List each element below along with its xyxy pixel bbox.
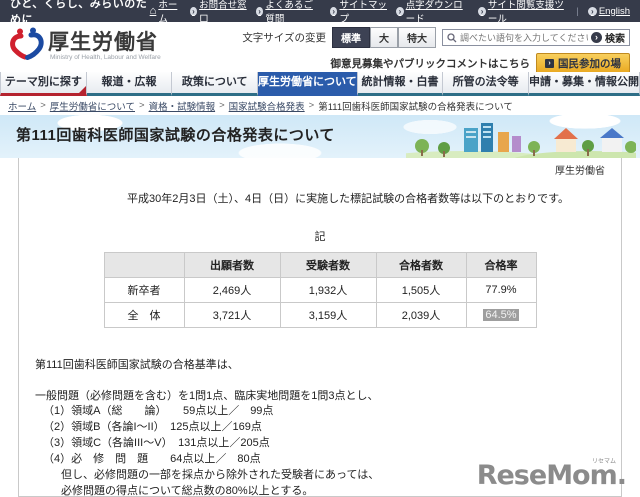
breadcrumb-about[interactable]: 厚生労働省について — [50, 99, 135, 113]
arrow-circle-icon: › — [190, 7, 198, 16]
cell-pass-rate: 64.5% — [466, 302, 536, 327]
mhlw-logo[interactable]: 厚生労働省 Ministry of Health, Labour and Wel… — [8, 26, 161, 62]
font-size-label: 文字サイズの変更 — [242, 30, 326, 45]
search-icon — [447, 33, 457, 43]
results-table: 出願者数 受験者数 合格者数 合格率 新卒者 2,469人 1,932人 1,5… — [104, 252, 537, 328]
nav-tab-applications[interactable]: 申請・募集・情報公開 — [529, 72, 640, 96]
arrow-circle-icon: › — [256, 7, 264, 16]
breadcrumb-exam-info[interactable]: 資格・試験情報 — [149, 99, 216, 113]
home-icon: ⌂ — [150, 5, 157, 17]
content-panel: 厚生労働省 平成30年2月3日（土）、4日（日）に実施した標記試験の合格者数等は… — [18, 158, 622, 497]
agency-name: 厚生労働省 — [35, 162, 605, 177]
ki-heading: 記 — [35, 228, 605, 244]
font-size-large-button[interactable]: 大 — [370, 27, 398, 48]
col-examinees: 受験者数 — [280, 252, 376, 277]
criteria-item-3: （3）領域C（各論III～V） 131点以上／205点 — [35, 436, 605, 452]
logo-subtitle: Ministry of Health, Labour and Welfare — [50, 54, 161, 61]
row-label: 新卒者 — [104, 277, 184, 302]
cell-applicants: 2,469人 — [184, 277, 280, 302]
page-title-banner: 第111回歯科医師国家試験の合格発表について — [0, 115, 640, 158]
criteria-item-2: （2）領域B（各論I～II） 125点以上／169点 — [35, 420, 605, 436]
arrow-circle-icon: › — [588, 7, 597, 16]
townscape-illustration — [406, 116, 636, 158]
col-passers: 合格者数 — [376, 252, 466, 277]
nav-tab-policy[interactable]: 政策について — [172, 72, 258, 96]
criteria-item-1: （1）領域A（総 論） 59点以上／ 99点 — [35, 404, 605, 420]
col-blank — [104, 252, 184, 277]
criteria-intro: 一般問題（必修問題を含む）を1問1点、臨床実地問題を1問3点とし、 — [35, 388, 605, 405]
arrow-circle-icon: › — [396, 7, 404, 16]
divider: | — [576, 6, 578, 17]
nav-tab-press[interactable]: 報道・広報 — [87, 72, 173, 96]
search-input[interactable] — [460, 33, 588, 43]
public-comment-text: 御意見募集やパブリックコメントはこちら — [331, 56, 531, 71]
col-applicants: 出願者数 — [184, 252, 280, 277]
font-size-xlarge-button[interactable]: 特大 — [398, 27, 436, 48]
arrow-square-icon: › — [545, 59, 554, 68]
nav-tab-about-mhlw[interactable]: 厚生労働省について — [258, 72, 358, 96]
search-go-icon: › — [591, 32, 602, 43]
highlighted-pass-rate: 64.5% — [483, 309, 518, 321]
top-utility-bar: ひと、くらし、みらいのために ⌂ホーム ›お問合せ窓口 ›よくあるご質問 ›サイ… — [0, 0, 640, 22]
logo-title: 厚生労働省 — [48, 26, 161, 56]
page-title: 第111回歯科医師国家試験の合格発表について — [16, 124, 335, 145]
search-button[interactable]: 検索 — [605, 30, 625, 45]
site-header: 厚生労働省 Ministry of Health, Labour and Wel… — [0, 22, 640, 72]
cell-applicants: 3,721人 — [184, 302, 280, 327]
arrow-circle-icon: › — [478, 7, 486, 16]
breadcrumb-home[interactable]: ホーム — [8, 99, 36, 113]
arrow-circle-icon: › — [330, 7, 338, 16]
col-pass-rate: 合格率 — [466, 252, 536, 277]
mhlw-logo-mark — [8, 26, 44, 62]
cell-examinees: 3,159人 — [280, 302, 376, 327]
nav-tab-laws[interactable]: 所管の法令等 — [443, 72, 529, 96]
criteria-title: 第111回歯科医師国家試験の合格基準は、 — [35, 356, 605, 372]
citizen-participation-button[interactable]: › 国民参加の場 — [536, 53, 630, 74]
nav-tab-themes[interactable]: テーマ別に探す — [0, 72, 87, 96]
breadcrumb-exam-results[interactable]: 国家試験合格発表 — [229, 99, 305, 113]
cell-passers: 2,039人 — [376, 302, 466, 327]
resemom-ruby: リセマム — [592, 456, 616, 465]
breadcrumb-current: 第111回歯科医師国家試験の合格発表について — [318, 99, 513, 113]
breadcrumb: ホーム> 厚生労働省について> 資格・試験情報> 国家試験合格発表> 第111回… — [0, 96, 640, 115]
resemom-logo: リセマム ReseMom. — [477, 460, 626, 491]
cell-examinees: 1,932人 — [280, 277, 376, 302]
global-nav: テーマ別に探す 報道・広報 政策について 厚生労働省について 統計情報・白書 所… — [0, 72, 640, 96]
nav-tab-statistics[interactable]: 統計情報・白書 — [358, 72, 444, 96]
cell-passers: 1,505人 — [376, 277, 466, 302]
link-english[interactable]: ›English — [588, 6, 630, 17]
font-size-standard-button[interactable]: 標準 — [332, 27, 370, 48]
table-row-total: 全 体 3,721人 3,159人 2,039人 64.5% — [104, 302, 536, 327]
cell-pass-rate: 77.9% — [466, 277, 536, 302]
table-header-row: 出願者数 受験者数 合格者数 合格率 — [104, 252, 536, 277]
search-box: › 検索 — [442, 29, 630, 46]
intro-paragraph: 平成30年2月3日（土）、4日（日）に実施した標記試験の合格者数等は以下のとおり… — [127, 191, 605, 208]
row-label: 全 体 — [104, 302, 184, 327]
table-row-new-graduates: 新卒者 2,469人 1,932人 1,505人 77.9% — [104, 277, 536, 302]
red-corner-icon — [76, 86, 86, 96]
